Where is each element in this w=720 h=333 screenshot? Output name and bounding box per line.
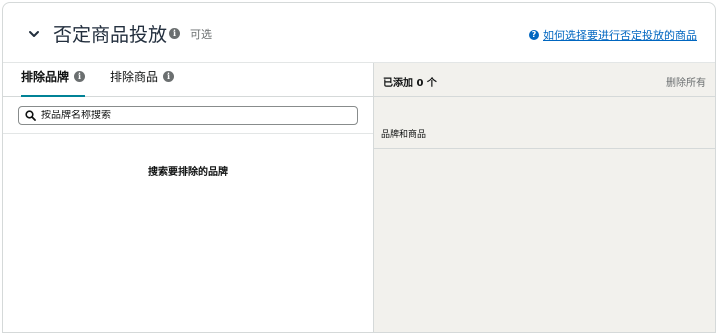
brand-search-input[interactable]: [41, 110, 341, 121]
tab-exclude-brands[interactable]: 排除品牌 i: [21, 69, 86, 97]
column-label: 品牌和商品: [381, 130, 427, 140]
tab-bar: 排除品牌 i 排除商品 i: [3, 63, 373, 97]
empty-state-text: 搜索要排除的品牌: [148, 167, 228, 178]
info-icon[interactable]: i: [74, 71, 86, 82]
info-icon[interactable]: i: [169, 28, 180, 39]
tab-exclude-products[interactable]: 排除商品 i: [110, 69, 175, 97]
added-count: 已添加 0 个: [383, 78, 437, 89]
info-icon[interactable]: i: [163, 71, 175, 82]
help-link-text: 如何选择要进行否定投放的商品: [543, 29, 697, 42]
question-circle-icon: ?: [529, 30, 539, 40]
negative-targeting-panel: 否定商品投放 i 可选 ? 如何选择要进行否定投放的商品 排除品牌 i 排除商品…: [2, 2, 716, 333]
tab-label: 排除商品: [110, 70, 159, 84]
remove-all-button[interactable]: 删除所有: [666, 74, 706, 89]
search-box[interactable]: [18, 106, 358, 125]
optional-label: 可选: [190, 28, 212, 41]
column-header-row: 品牌和商品: [374, 97, 715, 149]
right-pane: 已添加 0 个 删除所有 品牌和商品: [374, 63, 715, 332]
search-bar-area: [3, 97, 373, 134]
page-title: 否定商品投放: [53, 24, 168, 46]
tab-label: 排除品牌: [21, 70, 70, 84]
added-header: 已添加 0 个 删除所有: [374, 63, 715, 97]
chevron-down-icon[interactable]: [27, 27, 41, 41]
help-link[interactable]: ? 如何选择要进行否定投放的商品: [529, 27, 697, 43]
panel-header: 否定商品投放 i 可选 ? 如何选择要进行否定投放的商品: [3, 3, 715, 63]
left-pane: 排除品牌 i 排除商品 i 搜索要排除的品牌: [3, 63, 373, 332]
search-icon: [25, 110, 36, 121]
